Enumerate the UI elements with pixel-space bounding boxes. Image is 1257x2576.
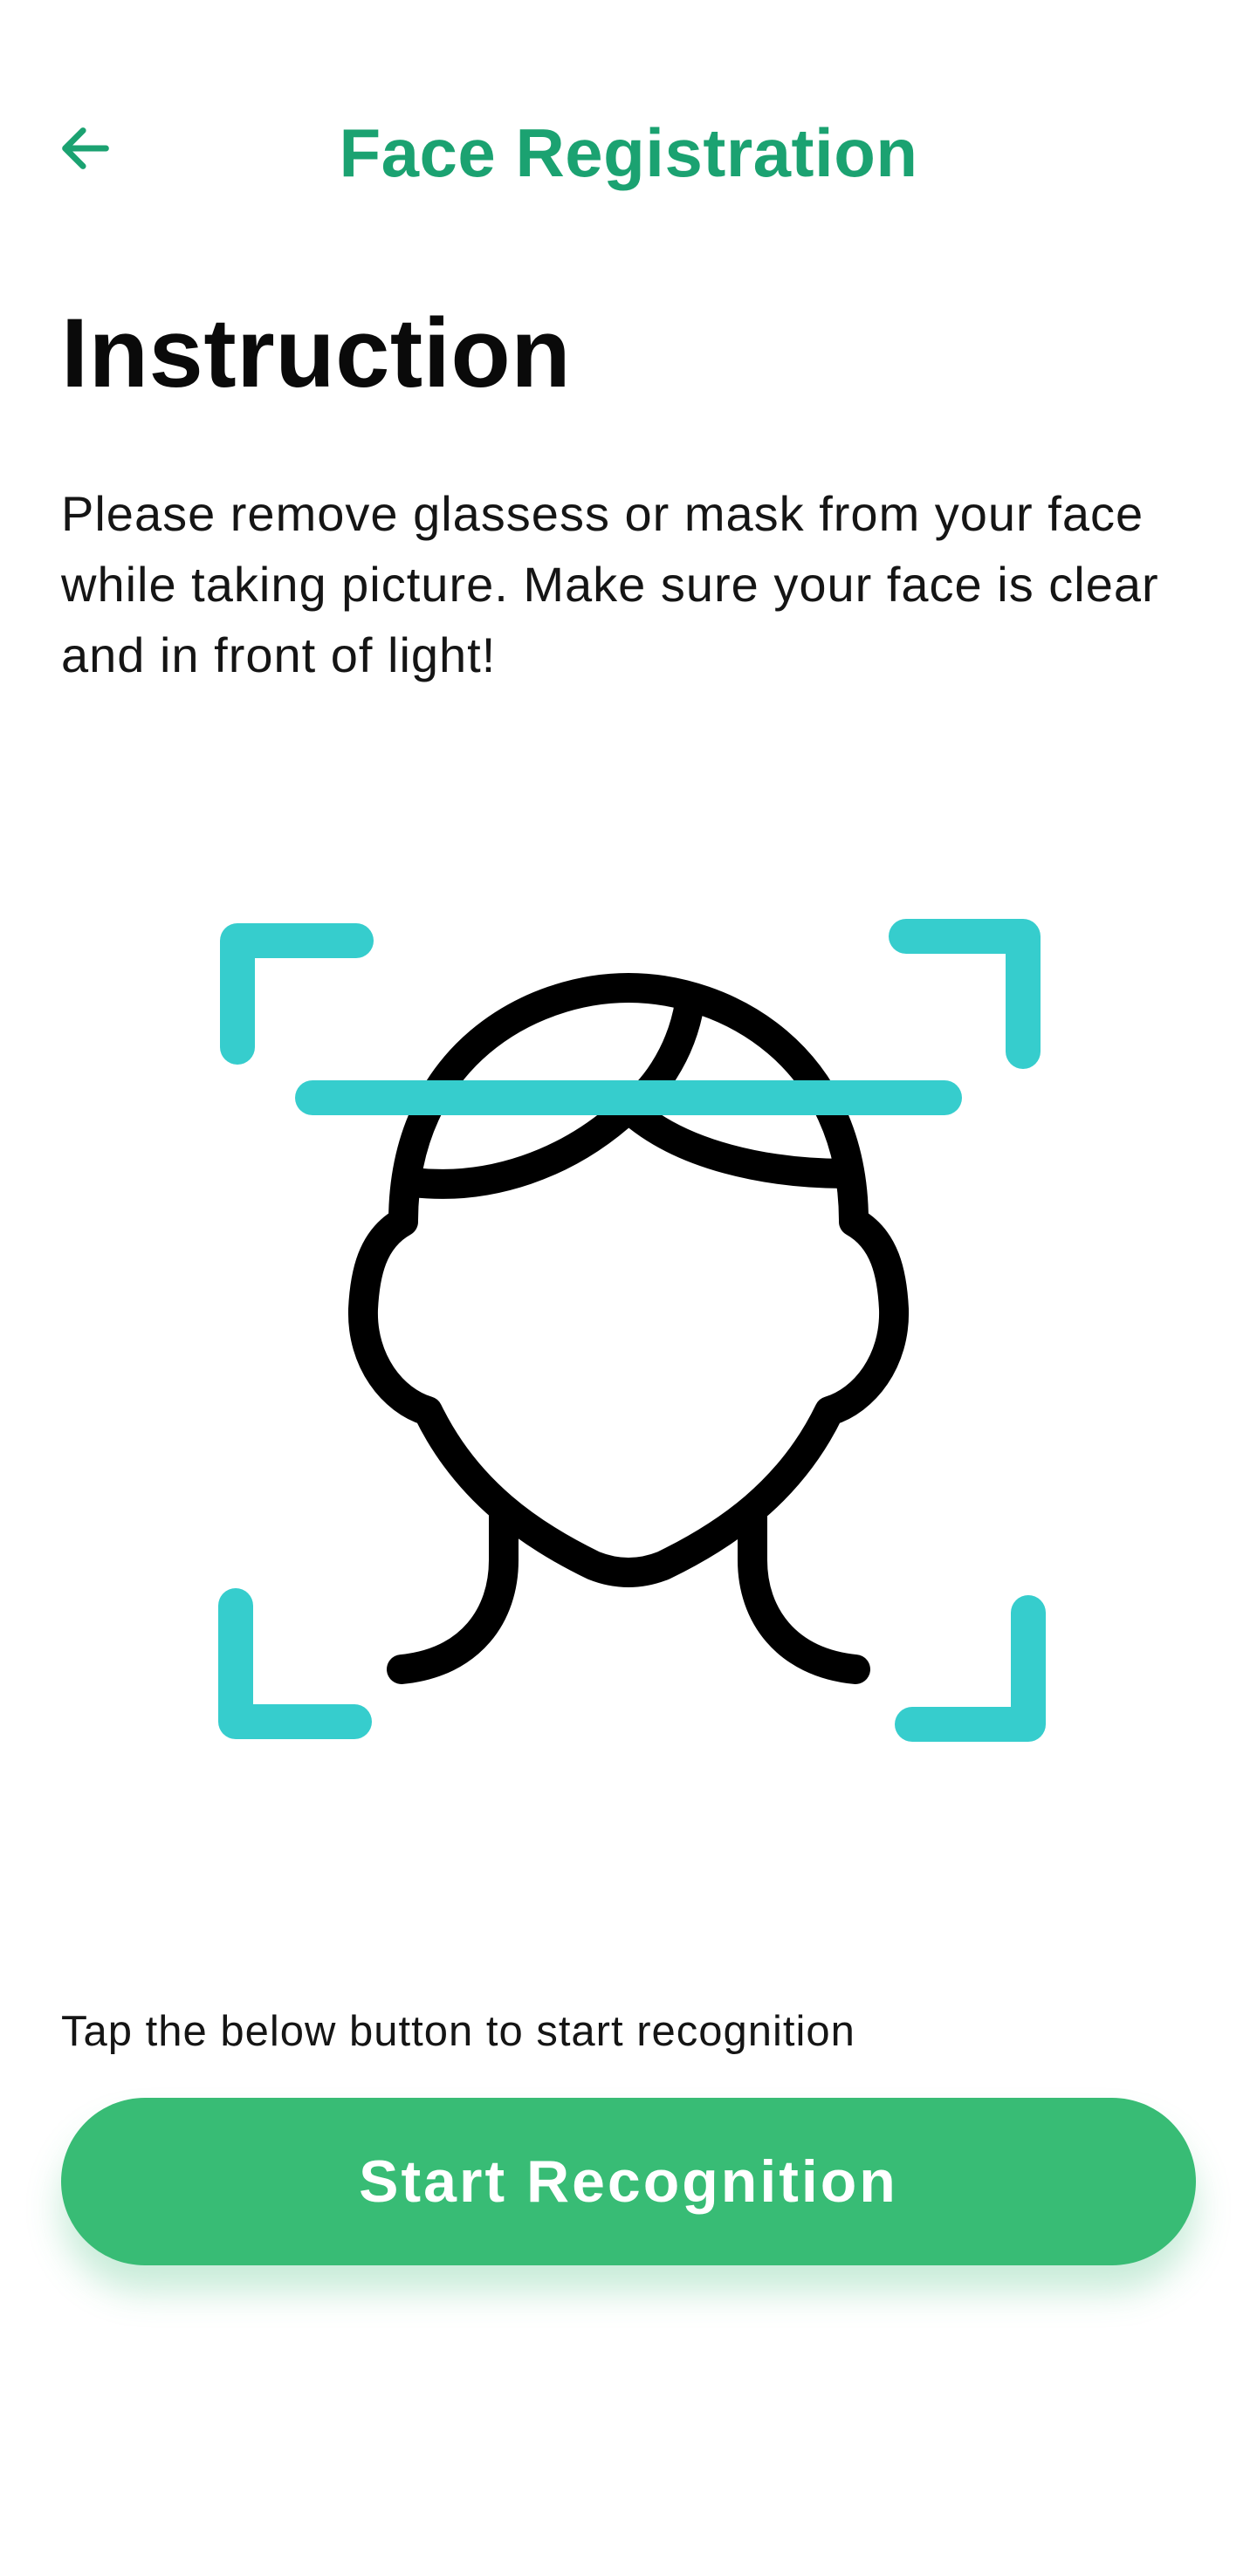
frame-corner-top-right	[889, 919, 1041, 1069]
page-title: Face Registration	[339, 114, 918, 191]
app-bar: Face Registration	[0, 87, 1257, 209]
instruction-text: Please remove glassess or mask from your…	[61, 486, 1159, 682]
frame-corner-bottom-left	[218, 1588, 372, 1739]
recognition-hint: Tap the below button to start recognitio…	[61, 2008, 855, 2055]
start-recognition-label: Start Recognition	[359, 2148, 898, 2215]
instruction-heading: Instruction	[61, 298, 572, 408]
frame-corner-bottom-right	[895, 1595, 1046, 1742]
frame-corner-top-left	[220, 923, 374, 1065]
start-recognition-button[interactable]: Start Recognition	[61, 2098, 1196, 2265]
face-scan-icon	[218, 919, 1046, 1742]
